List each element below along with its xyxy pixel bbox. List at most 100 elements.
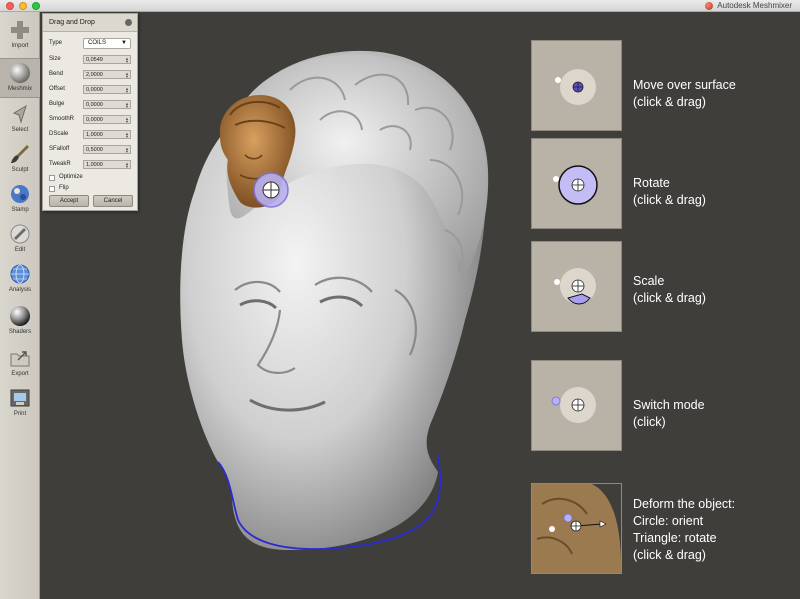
close-window-button[interactable] [6,2,14,10]
window-title-group: Autodesk Meshmixer [705,1,792,10]
dscale-field[interactable]: 1,0000 ▲ ▼ [83,130,131,139]
toolbar-label: Stamp [11,207,29,213]
instruction-line: Switch mode [633,398,705,412]
bend-field[interactable]: 2,0000 ▲ ▼ [83,70,131,79]
toolbar-item-analysis[interactable]: Analysis [0,260,40,300]
checkbox-label: Flip [59,185,69,191]
spinner-icon[interactable]: ▲ ▼ [125,72,129,79]
field-label: Size [49,56,61,62]
instruction-line: Circle: orient [633,514,704,528]
instruction-image-scale [531,241,622,332]
toolbar-item-select[interactable]: Select [0,100,40,140]
flip-checkbox[interactable] [49,186,55,192]
rotate-widget-illustration [553,165,598,205]
toolbar-item-meshmix[interactable]: Meshmix [0,58,40,98]
bulge-field[interactable]: 0,0000 ▲ ▼ [83,100,131,109]
toolbar-item-print[interactable]: Print [0,384,40,424]
brush-icon [11,145,29,163]
toolbar-item-edit[interactable]: Edit [0,220,40,260]
field-label: SmoothR [49,116,75,122]
smoothr-row: SmoothR 0,0000 ▲ ▼ [49,115,133,125]
toolbar-item-export[interactable]: Export [0,344,40,384]
type-select-value: COILS [88,40,107,46]
edit-icon [10,224,30,244]
type-select[interactable]: COILS ▼ [83,38,131,49]
panel-header: Drag and Drop [43,14,137,32]
spinner-icon[interactable]: ▲ ▼ [125,87,129,94]
sfalloff-field[interactable]: 0,5000 ▲ ▼ [83,145,131,154]
field-label: SFalloff [49,146,70,152]
instruction-line: (click & drag) [633,291,706,305]
window-controls [6,2,40,10]
offset-row: Offset 0,0000 ▲ ▼ [49,85,133,95]
toolbar-label: Export [11,371,29,377]
title-bar: Autodesk Meshmixer [0,0,800,12]
toolbar-label: Shaders [8,329,32,335]
stamp-icon [11,185,29,203]
tweakr-row: TweakR 1,0000 ▲ ▼ [49,160,133,170]
field-value: 1,0000 [86,132,103,138]
spinner-icon[interactable]: ▲ ▼ [125,147,129,154]
type-row: Type COILS ▼ [49,38,133,49]
spinner-icon[interactable]: ▲ ▼ [125,132,129,139]
main-toolbar: Import Meshmix Select Sculpt Stamp Edit … [0,12,40,599]
field-value: 1,0000 [86,162,103,168]
panel-title: Drag and Drop [49,19,95,26]
field-value: 0,0000 [86,87,103,93]
tweakr-field[interactable]: 1,0000 ▲ ▼ [83,160,131,169]
move-widget-illustration [555,69,596,105]
spinner-icon[interactable]: ▲ ▼ [125,162,129,169]
instruction-rotate: Rotate (click & drag) [633,175,706,209]
accept-button[interactable]: Accept [49,195,89,207]
field-label: DScale [49,131,69,137]
toolbar-item-sculpt[interactable]: Sculpt [0,140,40,180]
sphere-icon [10,63,30,83]
drag-and-drop-panel: Drag and Drop Type COILS ▼ Size 0,0549 ▲ ▼… [42,13,138,211]
toolbar-item-shaders[interactable]: Shaders [0,302,40,342]
spinner-icon[interactable]: ▲ ▼ [125,117,129,124]
size-row: Size 0,0549 ▲ ▼ [49,55,133,65]
panel-options-icon[interactable] [125,19,132,26]
viewport-3d[interactable] [140,30,510,570]
cancel-button[interactable]: Cancel [93,195,133,207]
toolbar-label: Print [13,411,27,417]
instruction-line: Triangle: rotate [633,531,717,545]
instruction-line: Scale [633,274,665,288]
instruction-line: Move over surface [633,78,736,92]
plus-icon [11,21,29,39]
zoom-window-button[interactable] [32,2,40,10]
toolbar-label: Import [11,43,29,49]
printer-icon [10,389,30,407]
instruction-scale: Scale (click & drag) [633,273,706,307]
mesh-globe-icon [10,264,30,284]
checkbox-label: Optimize [59,174,83,180]
instruction-image-rotate [531,138,622,229]
instruction-line: Deform the object: [633,497,736,511]
toolbar-item-import[interactable]: Import [0,16,40,56]
field-value: 0,5000 [86,147,103,153]
type-label: Type [49,40,63,46]
optimize-checkbox[interactable] [49,175,55,181]
toolbar-item-stamp[interactable]: Stamp [0,180,40,220]
field-label: Bulge [49,101,65,107]
field-label: TweakR [49,161,71,167]
folder-export-icon [10,351,30,367]
bend-row: Bend 2,0000 ▲ ▼ [49,70,133,80]
switch-mode-illustration [551,387,596,423]
instruction-deform: Deform the object: Circle: orient Triang… [633,496,735,564]
deform-illustration [532,484,621,573]
bulge-row: Bulge 0,0000 ▲ ▼ [49,100,133,110]
spinner-icon[interactable]: ▲ ▼ [125,57,129,64]
field-value: 0,0000 [86,117,103,123]
spinner-icon[interactable]: ▲ ▼ [125,102,129,109]
transform-widget[interactable] [253,172,289,208]
toolbar-label: Analysis [8,287,32,293]
instruction-image-switch [531,360,622,451]
minimize-window-button[interactable] [19,2,27,10]
instruction-move: Move over surface (click & drag) [633,77,736,111]
smoothr-field[interactable]: 0,0000 ▲ ▼ [83,115,131,124]
field-value: 0,0000 [86,102,103,108]
sfalloff-row: SFalloff 0,5000 ▲ ▼ [49,145,133,155]
size-field[interactable]: 0,0549 ▲ ▼ [83,55,131,64]
offset-field[interactable]: 0,0000 ▲ ▼ [83,85,131,94]
